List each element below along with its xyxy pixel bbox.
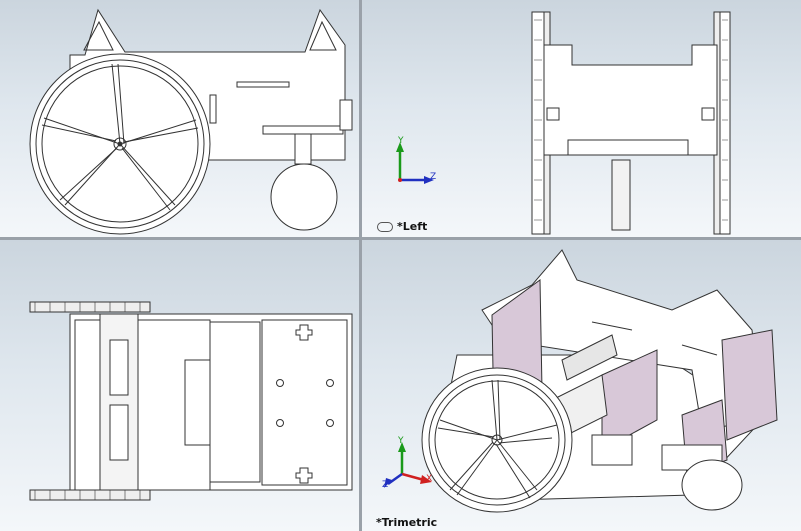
view-label-left: *Left [377,220,427,233]
triad-x-label: X [426,474,433,484]
viewport-trimetric[interactable]: Y X Z *Trimetric [362,240,801,531]
top-view-drawing [29,301,353,501]
link-icon[interactable] [377,222,393,232]
viewport-top[interactable] [0,240,359,531]
left-view-drawing [531,11,731,235]
viewport-splitter-vertical[interactable] [359,0,362,531]
viewport-left[interactable]: Y Z *Left [362,0,801,237]
view-name: *Left [397,220,428,233]
triad-z-label: Z [430,172,437,182]
viewport-front[interactable] [0,0,359,237]
front-view-drawing [29,8,353,235]
triad-z-label: Z [382,480,389,490]
viewport-splitter-horizontal[interactable] [0,237,801,240]
view-label-trimetric: *Trimetric [376,516,438,529]
triad-y-label: Y [398,136,404,146]
triad-y-label: Y [398,436,404,446]
